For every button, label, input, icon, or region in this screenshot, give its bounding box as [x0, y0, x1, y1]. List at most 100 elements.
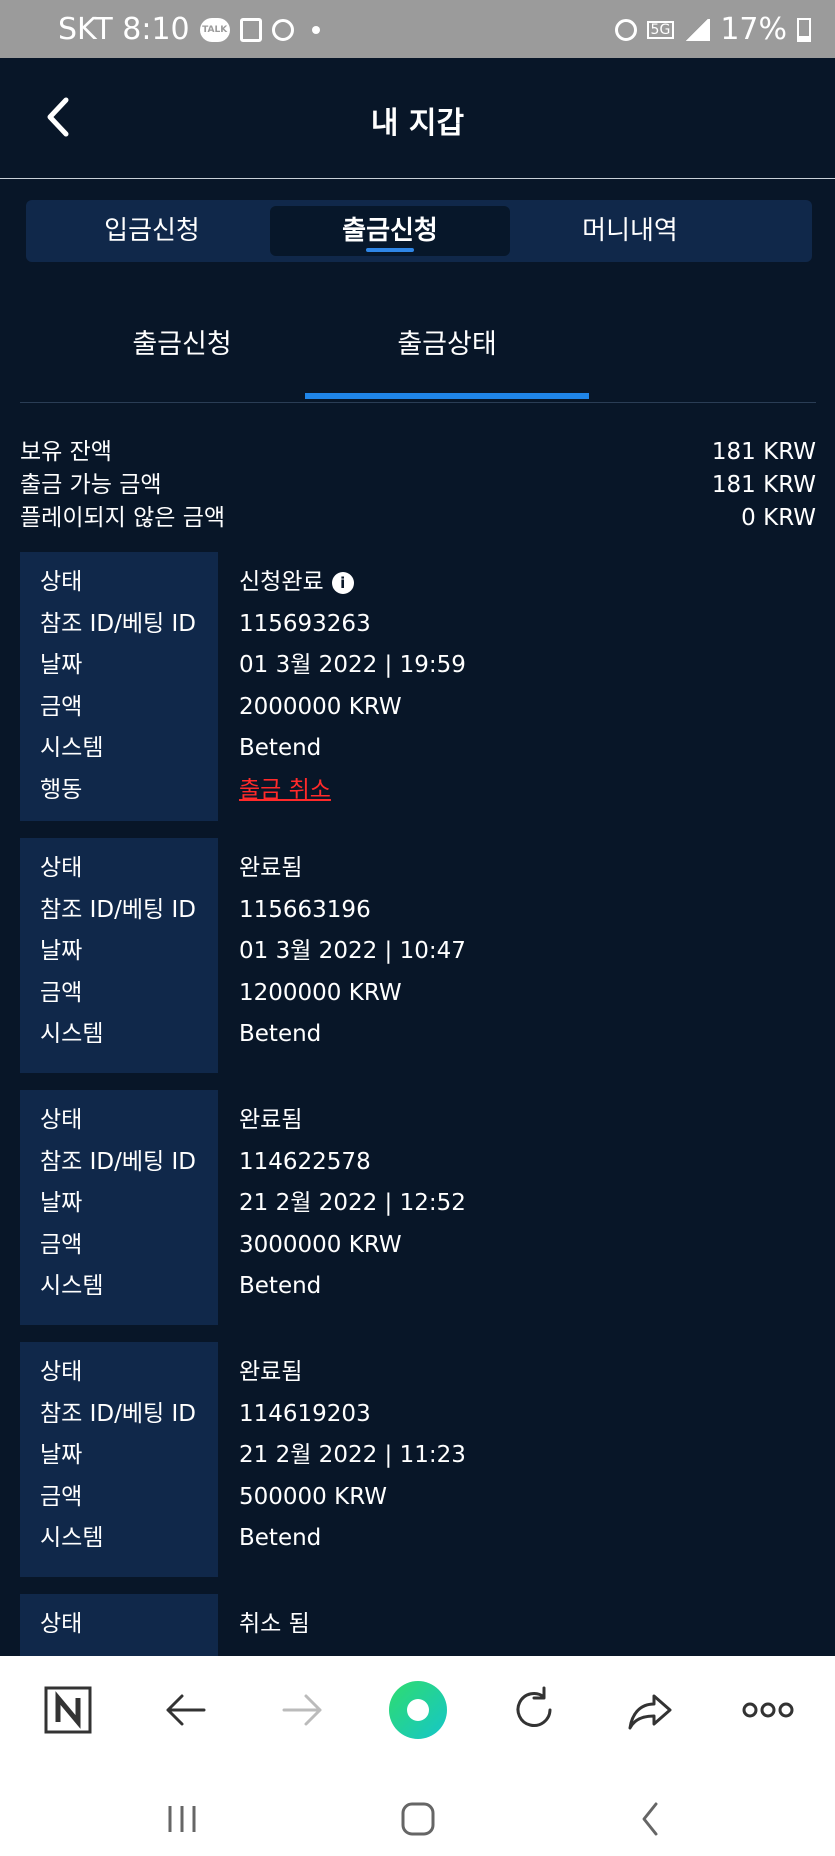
- summary-label: 플레이되지 않은 금액: [20, 505, 226, 531]
- kakaotalk-icon: TALK: [199, 17, 230, 42]
- refresh-button[interactable]: [504, 1680, 564, 1740]
- amount-value: 3000000 KRW: [239, 1231, 402, 1258]
- status-label: 상태: [40, 569, 83, 595]
- 5g-icon: 5G: [646, 20, 675, 39]
- status-label: 상태: [40, 1359, 83, 1385]
- signal-icon: [684, 18, 711, 41]
- date-value: 21 2월 2022 | 12:52: [239, 1190, 466, 1216]
- ref-id-value: 115693263: [239, 610, 371, 637]
- home-button[interactable]: [388, 1794, 448, 1844]
- recent-apps-icon: [168, 1806, 196, 1832]
- back-icon: [642, 1802, 658, 1836]
- summary-value: 181 KRW: [711, 439, 816, 465]
- amount-value: 1200000 KRW: [239, 979, 402, 1006]
- system-back-button[interactable]: [620, 1794, 680, 1844]
- ref-id-label: 참조 ID/베팅 ID: [40, 610, 196, 637]
- ref-id-value: 114622578: [239, 1148, 371, 1175]
- summary-value: 0 KRW: [741, 505, 816, 531]
- subtab-withdraw-request[interactable]: 출금신청: [40, 322, 324, 362]
- ref-id-label: 참조 ID/베팅 ID: [40, 896, 196, 923]
- app-notification-icon: [271, 18, 294, 41]
- status-label: 상태: [40, 855, 83, 881]
- withdraw-subtabs: 출금신청 출금상태: [20, 300, 816, 403]
- summary-value: 181 KRW: [711, 472, 816, 498]
- date-value: 21 2월 2022 | 11:23: [239, 1442, 466, 1468]
- status-label: 상태: [40, 1611, 83, 1637]
- status-value: 완료됨: [239, 1107, 303, 1133]
- withdraw-record: 상태 취소 됨: [20, 1594, 816, 1656]
- balance-summary: 보유 잔액 181 KRW 출금 가능 금액 181 KRW 플레이되지 않은 …: [20, 436, 816, 535]
- tab-deposit[interactable]: 입금신청: [32, 206, 272, 256]
- recent-apps-button[interactable]: [152, 1794, 212, 1844]
- system-value: Betend: [239, 1021, 322, 1047]
- alarm-icon: [614, 18, 637, 41]
- page-title: 내 지갑: [370, 106, 465, 141]
- forward-arrow-icon: [282, 1694, 322, 1726]
- action-label: 행동: [40, 776, 83, 803]
- battery-icon: [797, 17, 811, 42]
- date-label: 날짜: [40, 1442, 83, 1468]
- refresh-icon: [516, 1686, 552, 1727]
- ref-id-value: 115663196: [239, 896, 371, 923]
- naver-button[interactable]: [38, 1680, 98, 1740]
- tab-withdraw-label: 출금신청: [342, 216, 438, 246]
- naver-green-button[interactable]: [388, 1680, 448, 1740]
- summary-row: 출금 가능 금액 181 KRW: [20, 469, 816, 502]
- summary-label: 보유 잔액: [20, 439, 112, 465]
- browser-bottom-bar: [0, 1656, 835, 1856]
- system-value: Betend: [239, 1525, 322, 1551]
- status-value: 완료됨: [239, 855, 303, 881]
- back-arrow-icon: [166, 1694, 206, 1726]
- summary-row: 플레이되지 않은 금액 0 KRW: [20, 502, 816, 535]
- more-button[interactable]: [738, 1680, 798, 1740]
- withdraw-record: 상태 완료됨 참조 ID/베팅 ID 115663196 날짜 01 3월 2022 …: [20, 838, 816, 1073]
- ref-id-value: 114619203: [239, 1400, 371, 1427]
- info-icon[interactable]: i: [331, 571, 354, 594]
- subtab-withdraw-status[interactable]: 출금상태: [305, 322, 589, 362]
- wallet-tabs: 입금신청 출금신청 머니내역: [26, 200, 812, 262]
- amount-label: 금액: [40, 1231, 83, 1258]
- summary-label: 출금 가능 금액: [20, 472, 162, 498]
- withdraw-record: 상태 완료됨 참조 ID/베팅 ID 114619203 날짜 21 2월 2022 …: [20, 1342, 816, 1577]
- amount-label: 금액: [40, 979, 83, 1006]
- system-label: 시스템: [40, 1273, 104, 1299]
- system-label: 시스템: [40, 735, 104, 761]
- system-label: 시스템: [40, 1525, 104, 1551]
- more-icon: [742, 1702, 794, 1718]
- status-value: 신청완료: [239, 569, 324, 595]
- browser-back-button[interactable]: [156, 1680, 216, 1740]
- battery-percent: 17%: [720, 12, 787, 47]
- status-bar: SKT 8:10 TALK 5G 17%: [0, 0, 835, 58]
- date-label: 날짜: [40, 1190, 83, 1216]
- share-button[interactable]: [620, 1680, 680, 1740]
- system-value: Betend: [239, 1273, 322, 1299]
- home-icon: [401, 1802, 435, 1836]
- active-tab-indicator: [366, 248, 414, 252]
- app-header: 내 지갑: [0, 58, 835, 179]
- share-icon: [628, 1694, 672, 1730]
- date-value: 01 3월 2022 | 19:59: [239, 652, 466, 678]
- tab-money-history[interactable]: 머니내역: [510, 206, 750, 256]
- status-value: 완료됨: [239, 1359, 303, 1385]
- browser-forward-button[interactable]: [272, 1680, 332, 1740]
- amount-label: 금액: [40, 1483, 83, 1510]
- naver-icon: [44, 1686, 92, 1734]
- withdraw-record: 상태 신청완료 i 참조 ID/베팅 ID 115693263 날짜 01 3월 202…: [20, 552, 816, 821]
- ref-id-label: 참조 ID/베팅 ID: [40, 1148, 196, 1175]
- cancel-withdraw-link[interactable]: 출금 취소: [239, 770, 331, 812]
- more-notifications-dot-icon: [311, 25, 320, 34]
- ref-id-label: 참조 ID/베팅 ID: [40, 1400, 196, 1427]
- active-subtab-indicator: [305, 393, 589, 399]
- tab-withdraw[interactable]: 출금신청: [270, 206, 510, 256]
- status-value: 취소 됨: [239, 1611, 310, 1637]
- system-value: Betend: [239, 735, 322, 761]
- carrier-time: SKT 8:10: [58, 12, 190, 47]
- home-green-icon: [389, 1681, 447, 1739]
- status-label: 상태: [40, 1107, 83, 1133]
- amount-value: 500000 KRW: [239, 1483, 387, 1510]
- date-label: 날짜: [40, 938, 83, 964]
- amount-label: 금액: [40, 693, 83, 720]
- summary-row: 보유 잔액 181 KRW: [20, 436, 816, 469]
- amount-value: 2000000 KRW: [239, 693, 402, 720]
- date-value: 01 3월 2022 | 10:47: [239, 938, 466, 964]
